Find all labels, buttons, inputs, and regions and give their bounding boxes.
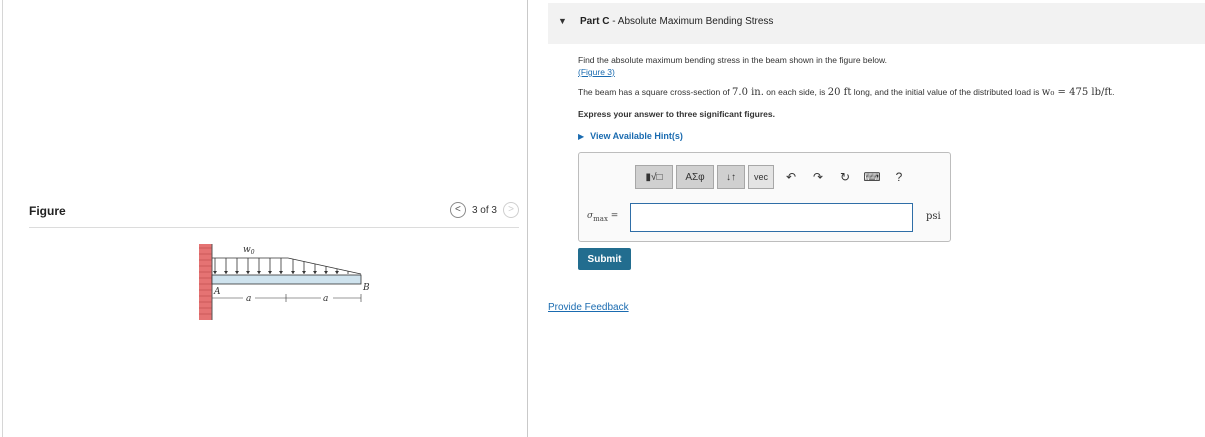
figure-panel: Figure < 3 of 3 > w0 A B a a bbox=[2, 0, 528, 437]
provide-feedback-link[interactable]: Provide Feedback bbox=[548, 302, 629, 313]
answer-variable-label: σmax = bbox=[587, 211, 619, 223]
span-a-label-2: a bbox=[323, 294, 328, 304]
load-label: w0 bbox=[243, 245, 255, 256]
templates-button[interactable]: ▮√□ bbox=[635, 165, 673, 189]
answer-unit: psi bbox=[926, 211, 941, 222]
reset-icon[interactable]: ↻ bbox=[835, 166, 855, 188]
part-title: Part C - Absolute Maximum Bending Stress bbox=[580, 16, 773, 27]
vector-button[interactable]: vec bbox=[748, 165, 774, 189]
greek-symbols-button[interactable]: ΑΣφ bbox=[676, 165, 714, 189]
part-label: Part C bbox=[580, 16, 610, 27]
redo-icon[interactable]: ↷ bbox=[808, 166, 828, 188]
math-toolbar: ▮√□ ΑΣφ ↓↑ vec ↶ ↷ ↻ ⌨ ? bbox=[635, 165, 909, 189]
view-hints-link[interactable]: ▶ View Available Hint(s) bbox=[578, 131, 683, 141]
distributed-load bbox=[212, 257, 362, 275]
hints-label: View Available Hint(s) bbox=[590, 131, 683, 141]
part-separator: - bbox=[609, 16, 618, 27]
submit-button[interactable]: Submit bbox=[578, 248, 631, 270]
keyboard-icon[interactable]: ⌨ bbox=[862, 166, 882, 188]
next-figure-button[interactable]: > bbox=[503, 202, 519, 218]
expand-triangle-icon: ▶ bbox=[578, 131, 585, 141]
figure-pager: < 3 of 3 > bbox=[449, 202, 519, 218]
question-panel: ▼ Part C - Absolute Maximum Bending Stre… bbox=[548, 0, 1205, 437]
beam bbox=[211, 274, 362, 285]
question-line-1: Find the absolute maximum bending stress… bbox=[578, 55, 888, 65]
pager-text: 3 of 3 bbox=[471, 204, 497, 216]
figure-header: Figure < 3 of 3 > bbox=[29, 202, 519, 228]
part-name: Absolute Maximum Bending Stress bbox=[617, 16, 774, 27]
undo-icon[interactable]: ↶ bbox=[781, 166, 801, 188]
prev-figure-button[interactable]: < bbox=[449, 202, 466, 218]
end-a-label: A bbox=[213, 287, 221, 297]
instruction-text: Express your answer to three significant… bbox=[578, 109, 775, 119]
answer-input[interactable] bbox=[630, 203, 913, 232]
help-icon[interactable]: ? bbox=[889, 166, 909, 188]
arrows-button[interactable]: ↓↑ bbox=[717, 165, 745, 189]
answer-box: ▮√□ ΑΣφ ↓↑ vec ↶ ↷ ↻ ⌨ ? σmax = psi bbox=[578, 152, 951, 242]
part-header[interactable]: ▼ Part C - Absolute Maximum Bending Stre… bbox=[548, 3, 1205, 44]
figure-link[interactable]: (Figure 3) bbox=[578, 67, 615, 77]
question-line-2: The beam has a square cross-section of 7… bbox=[578, 87, 1115, 98]
span-a-label-1: a bbox=[246, 294, 251, 304]
wall-support bbox=[199, 244, 212, 320]
collapse-caret-icon[interactable]: ▼ bbox=[558, 16, 567, 26]
figure-title: Figure bbox=[29, 204, 66, 218]
end-b-label: B bbox=[362, 283, 370, 293]
beam-figure: w0 A B a a bbox=[199, 244, 370, 320]
